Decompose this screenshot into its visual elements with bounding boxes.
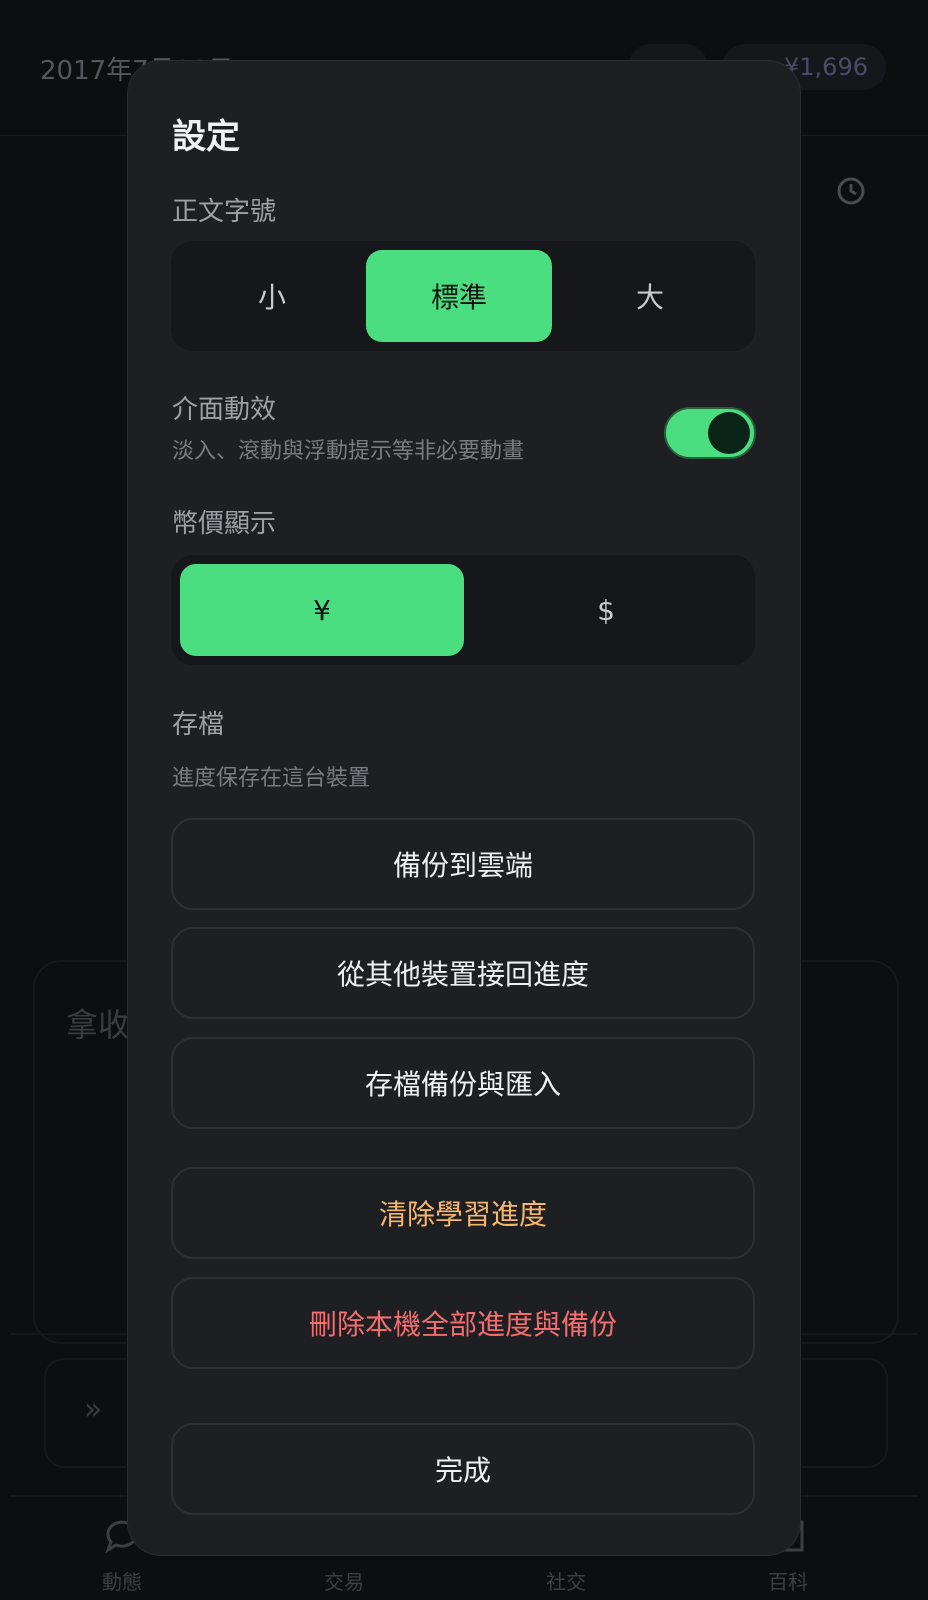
clear-progress-button[interactable]: 清除學習進度 (171, 1167, 755, 1259)
font-size-segmented: 小 標準 大 (171, 241, 755, 351)
chevron-icon: » (84, 1392, 103, 1427)
settings-modal: 設定 正文字號 小 標準 大 介面動效 淡入、滾動與浮動提示等非必要動畫 幣價顯… (127, 60, 801, 1556)
tab-social: 社交 (546, 1570, 586, 1594)
currency-segmented: ¥ $ (171, 555, 755, 665)
font-size-small-option[interactable]: 小 (180, 250, 364, 342)
modal-title: 設定 (172, 117, 240, 157)
motion-label: 介面動效 (172, 395, 277, 425)
toggle-knob (708, 412, 750, 454)
history-icon (837, 177, 865, 205)
restore-progress-button[interactable]: 從其他裝置接回進度 (171, 927, 755, 1019)
done-button[interactable]: 完成 (171, 1423, 755, 1515)
motion-toggle[interactable] (664, 407, 756, 459)
save-description: 進度保存在這台裝置 (172, 766, 371, 791)
currency-yuan-option[interactable]: ¥ (180, 564, 464, 656)
motion-description: 淡入、滾動與浮動提示等非必要動畫 (172, 439, 525, 464)
font-size-large-option[interactable]: 大 (554, 250, 746, 342)
card-text: 拿收 (66, 1006, 131, 1044)
currency-label: 幣價顯示 (172, 509, 277, 539)
font-size-standard-option[interactable]: 標準 (366, 250, 552, 342)
tab-trade: 交易 (324, 1570, 364, 1594)
tab-wiki: 百科 (768, 1570, 808, 1594)
font-size-label: 正文字號 (172, 197, 277, 227)
tab-feed: 動態 (102, 1570, 142, 1594)
export-import-button[interactable]: 存檔備份與匯入 (171, 1037, 755, 1129)
delete-all-button[interactable]: 刪除本機全部進度與備份 (171, 1277, 755, 1369)
backup-cloud-button[interactable]: 備份到雲端 (171, 818, 755, 910)
currency-dollar-option[interactable]: $ (466, 564, 746, 656)
save-label: 存檔 (172, 710, 225, 740)
